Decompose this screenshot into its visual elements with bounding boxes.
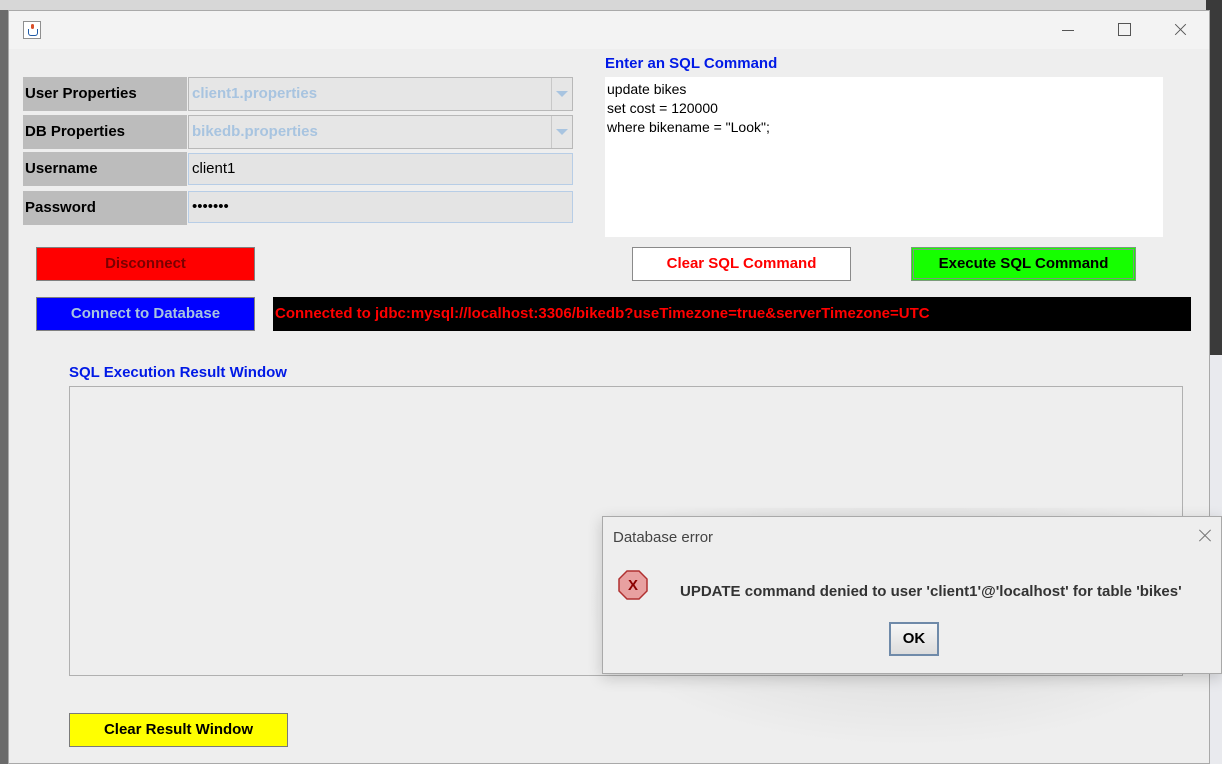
sql-command-title: Enter an SQL Command [605,55,778,72]
db-properties-dropdown[interactable]: bikedb.properties [188,115,573,149]
user-properties-value: client1.properties [192,85,318,102]
execute-sql-button[interactable]: Execute SQL Command [911,247,1136,281]
username-field[interactable]: client1 [188,153,573,185]
svg-text:X: X [628,577,638,594]
java-app-icon[interactable] [23,21,41,39]
maximize-icon [1118,23,1131,36]
minimize-button[interactable] [1045,17,1091,43]
clear-sql-button[interactable]: Clear SQL Command [632,247,851,281]
background-desktop-top [0,0,1222,10]
sql-command-textarea[interactable]: update bikes set cost = 120000 where bik… [605,77,1163,237]
clear-result-button[interactable]: Clear Result Window [69,713,288,747]
ok-button[interactable]: OK [889,622,939,656]
error-dialog: Database error X UPDATE command denied t… [602,516,1222,674]
error-icon: X [617,569,649,601]
chevron-down-icon [556,91,568,97]
disconnect-button[interactable]: Disconnect [36,247,255,281]
result-window-title: SQL Execution Result Window [69,364,287,381]
user-properties-dropdown[interactable]: client1.properties [188,77,573,111]
connection-status: Connected to jdbc:mysql://localhost:3306… [273,297,1191,331]
maximize-button[interactable] [1101,17,1147,43]
connect-database-button[interactable]: Connect to Database [36,297,255,331]
java-cup-icon [28,29,38,36]
password-label: Password [23,191,187,225]
user-properties-label: User Properties [23,77,187,111]
username-label: Username [23,152,187,186]
dialog-close-button[interactable] [1193,523,1219,549]
chevron-down-icon [556,129,568,135]
dialog-title: Database error [613,529,714,546]
password-field[interactable]: ••••••• [188,191,573,223]
title-bar [9,11,1209,49]
dropdown-arrow-button[interactable] [551,116,572,148]
dropdown-arrow-button[interactable] [551,78,572,110]
close-button[interactable] [1157,17,1203,43]
minimize-icon [1062,30,1074,31]
db-properties-value: bikedb.properties [192,123,318,140]
db-properties-label: DB Properties [23,115,187,149]
dialog-message: UPDATE command denied to user 'client1'@… [680,583,1182,600]
